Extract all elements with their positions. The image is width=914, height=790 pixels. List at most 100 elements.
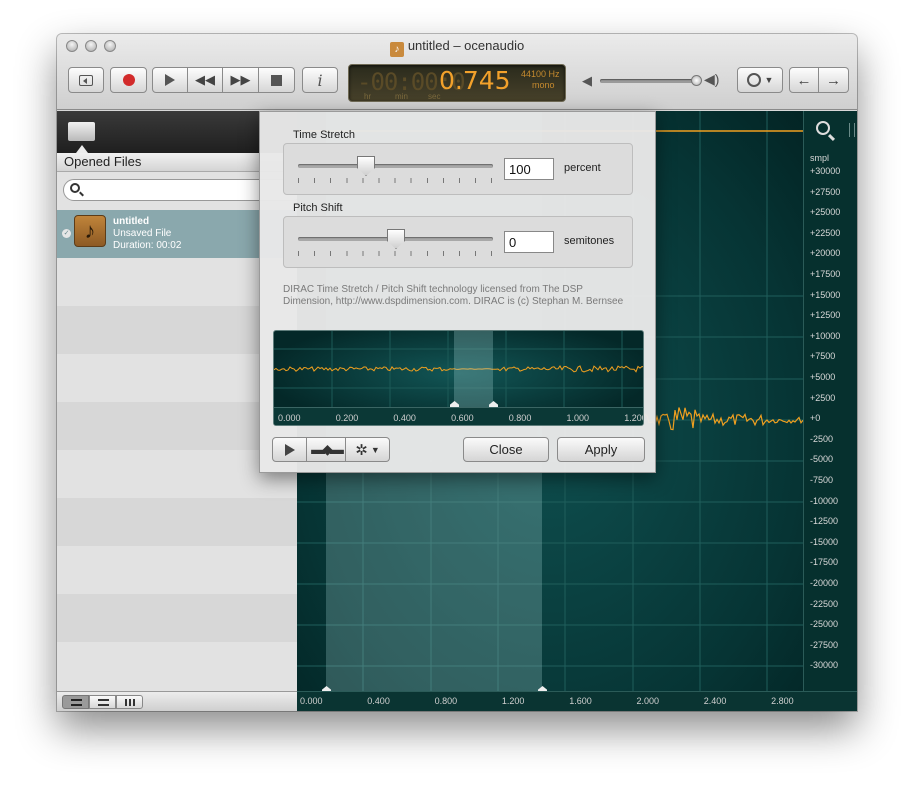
ruler-label: +15000	[810, 289, 841, 300]
document-icon: ♪	[389, 42, 404, 57]
fast-forward-icon: ▶▶	[230, 72, 251, 87]
view-details-button[interactable]	[62, 695, 89, 709]
arrow-right-icon: →	[826, 71, 841, 89]
unit-hr: hr	[364, 92, 372, 101]
unit-min: min	[395, 92, 408, 101]
file-duration: Duration: 00:02	[113, 240, 182, 251]
ruler-label: +0	[810, 413, 821, 424]
file-name: untitled	[113, 216, 150, 227]
ruler-label: +17500	[810, 269, 841, 279]
timeline-ruler: 0.000 0.400 0.800 1.200 1.600 2.000 2.400 2.800	[297, 691, 857, 711]
ruler-label: +2500	[810, 392, 836, 403]
record-icon	[122, 74, 135, 86]
forward-button[interactable]: →	[819, 67, 849, 93]
apply-button[interactable]: Apply	[557, 437, 645, 462]
ruler-label: -15000	[810, 536, 839, 547]
time-display-value: 0.745	[439, 66, 511, 95]
pitch-shift-slider-knob[interactable]	[387, 229, 405, 249]
preview-play-button[interactable]	[272, 437, 307, 462]
play-button[interactable]	[152, 67, 188, 93]
ruler-label: -5000	[810, 454, 834, 465]
time-stretch-label: Time Stretch	[293, 129, 355, 141]
time-stretch-ticks	[298, 178, 493, 183]
sidebar-toggle-icon	[79, 74, 93, 86]
preview-timeline-label: 1.000	[566, 413, 590, 423]
ruler-label: -27500	[810, 639, 839, 650]
channels-readout: mono	[532, 80, 555, 90]
volume-slider-knob[interactable]	[691, 75, 702, 86]
pitch-shift-label: Pitch Shift	[293, 202, 343, 214]
view-grid-button[interactable]	[116, 695, 143, 709]
sample-rate-readout: 44100 Hz	[521, 69, 560, 79]
dirac-credit-text: DIRAC Time Stretch / Pitch Shift technol…	[283, 284, 624, 307]
ruler-label: +22500	[810, 227, 841, 238]
sidebar-view-bar	[57, 691, 297, 711]
ruler-label: -17500	[810, 557, 839, 568]
grid-icon	[125, 699, 135, 706]
toggle-sidebar-button[interactable]	[68, 67, 104, 93]
view-list-button[interactable]	[89, 695, 116, 709]
info-icon: i	[317, 70, 323, 90]
play-icon	[165, 74, 175, 86]
window-title-text: untitled – ocenaudio	[407, 38, 525, 53]
empty-row	[57, 594, 297, 642]
time-stretch-group: percent	[283, 143, 633, 195]
timeline-label: 2.400	[703, 696, 727, 706]
time-display: -00:00:0 0.745 44100 Hz mono hr min sec	[348, 64, 566, 102]
preview-waveform[interactable]: 0.000 0.200 0.400 0.600 0.800 1.000 1.200	[273, 330, 644, 426]
time-stretch-slider-knob[interactable]	[357, 156, 375, 176]
chevron-down-icon: ▼	[370, 444, 380, 455]
preview-timeline-label: 0.200	[335, 413, 359, 423]
ruler-label: +5000	[810, 372, 836, 382]
ruler-label: -10000	[810, 495, 839, 506]
zoom-icon[interactable]	[816, 121, 830, 135]
unit-sec: sec	[428, 92, 441, 101]
folder-icon[interactable]	[68, 122, 95, 141]
ruler-grip-icon	[849, 123, 855, 137]
preview-selection[interactable]	[454, 331, 493, 407]
pitch-shift-input[interactable]	[504, 231, 554, 253]
pitch-shift-ticks	[298, 251, 493, 256]
preview-timeline: 0.000 0.200 0.400 0.600 0.800 1.000 1.200	[274, 407, 643, 425]
zoom-icon-handle	[827, 133, 836, 142]
amplitude-ruler: smpl +30000 +27500 +25000 +22500 +20000 +1750…	[803, 111, 857, 691]
chevron-down-icon: ▼	[764, 75, 774, 85]
volume-slider-track[interactable]	[600, 79, 697, 83]
ruler-unit: smpl	[810, 153, 830, 163]
ruler-label: -30000	[810, 660, 839, 671]
time-stretch-input[interactable]	[504, 158, 554, 180]
ruler-label: +7500	[810, 351, 836, 362]
rewind-button[interactable]: ◀◀	[188, 67, 223, 93]
arrow-left-icon: ←	[796, 71, 812, 89]
ruler-label: +10000	[810, 330, 841, 341]
ruler-label: -7500	[810, 475, 834, 485]
volume-low-icon: ◀	[582, 73, 592, 88]
preview-timeline-label: 0.600	[451, 413, 474, 423]
ruler-label: -22500	[810, 598, 839, 609]
back-button[interactable]: ←	[789, 67, 819, 93]
time-stretch-slider-track[interactable]	[298, 164, 493, 168]
audio-file-icon: ♪	[74, 215, 106, 247]
ruler-label: +12500	[810, 310, 841, 321]
gear-icon: ✲	[355, 441, 368, 459]
history-menu-button[interactable]: ▼	[737, 67, 783, 93]
window-title: ♪ untitled – ocenaudio	[57, 38, 857, 57]
record-button[interactable]	[110, 67, 147, 93]
info-button[interactable]: i	[302, 67, 338, 93]
fast-forward-button[interactable]: ▶▶	[223, 67, 259, 93]
timeline-label: 0.400	[367, 696, 390, 706]
waveform-view-button[interactable]: ▬◆▬	[307, 437, 346, 462]
preview-settings-button[interactable]: ✲ ▼	[346, 437, 390, 462]
close-button[interactable]: Close	[463, 437, 549, 462]
stop-icon	[271, 74, 282, 86]
ruler-label: -25000	[810, 619, 839, 630]
search-icon-handle	[79, 191, 84, 197]
stop-button[interactable]	[259, 67, 295, 93]
check-icon: ✓	[62, 229, 71, 238]
ruler-label: -12500	[810, 516, 839, 527]
pitch-shift-unit: semitones	[564, 235, 615, 247]
list-detail-icon	[71, 699, 82, 706]
timeline-label: 0.000	[300, 696, 323, 706]
timeline-label: 0.800	[434, 696, 458, 706]
title-bar: ♪ untitled – ocenaudio ◀◀ ▶▶ i -00:00:0 0…	[57, 34, 857, 110]
